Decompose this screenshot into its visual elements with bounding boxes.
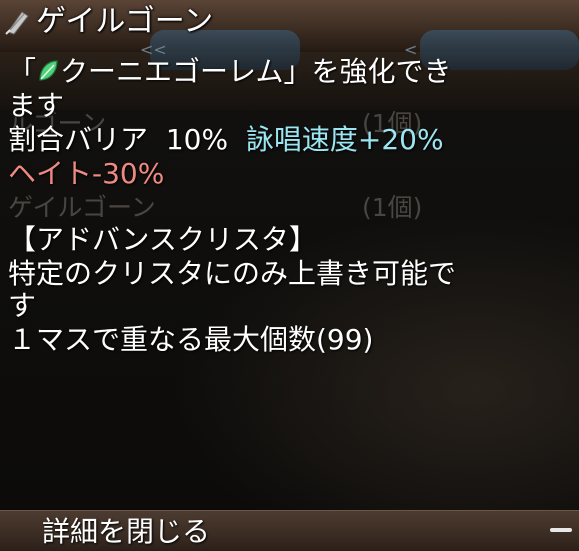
cast-speed-stat: 詠唱速度+20%: [245, 123, 444, 156]
max-stack-line: １マスで重なる最大個数(99): [8, 323, 374, 356]
green-leaf-icon: [39, 60, 58, 81]
effect-line-prefix: 「: [8, 55, 37, 88]
effect-line-continued: ます: [8, 89, 65, 122]
stats-line: 割合バリア 10% 詠唱速度+20%: [8, 124, 444, 156]
item-title: ゲイルゴーン: [36, 4, 214, 39]
minus-icon: [550, 528, 572, 532]
barrier-label: 割合バリア: [8, 123, 149, 156]
close-details-label[interactable]: 詳細を閉じる: [42, 515, 210, 549]
collapse-button[interactable]: [540, 510, 579, 550]
barrier-value: 10%: [165, 123, 229, 156]
close-details-bar[interactable]: 詳細を閉じる: [0, 510, 579, 551]
hate-stat: ヘイト-30%: [8, 157, 165, 190]
description-line-continued: す: [8, 289, 37, 322]
crystal-feather-icon: [5, 11, 29, 35]
item-title-bar: ゲイルゴーン: [0, 0, 579, 44]
description-line: 特定のクリスタにのみ上書き可能で: [8, 257, 457, 290]
background-item-count: (1個): [362, 193, 423, 222]
background-item-name: ゲイルゴーン: [8, 193, 156, 222]
effect-line: 「 クーニエゴーレム」を強化でき: [8, 56, 451, 88]
effect-line-text: クーニエゴーレム」を強化でき: [60, 55, 452, 88]
item-category: 【アドバンスクリスタ】: [8, 223, 317, 256]
